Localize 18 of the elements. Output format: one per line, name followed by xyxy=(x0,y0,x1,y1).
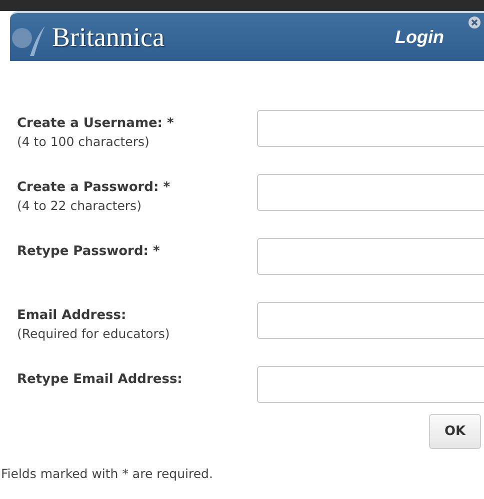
input-field[interactable] xyxy=(257,302,484,339)
input-field[interactable] xyxy=(257,174,484,211)
input-field[interactable] xyxy=(257,110,484,147)
input-field[interactable] xyxy=(257,366,484,403)
field-label: Retype Password: * xyxy=(17,243,161,261)
close-icon[interactable] xyxy=(468,16,481,29)
field-label: Retype Email Address: xyxy=(17,371,184,389)
brand-name: Britannica xyxy=(52,22,164,52)
dialog-title: Login xyxy=(395,26,444,48)
field-hint: (Required for educators) xyxy=(17,325,171,343)
field-label: Create a Password: * xyxy=(17,179,172,197)
field-label: Email Address: xyxy=(17,307,128,325)
field-hint: (4 to 100 characters) xyxy=(17,133,150,151)
ok-button[interactable]: OK xyxy=(429,414,481,449)
field-label: Create a Username: * xyxy=(17,115,175,133)
input-field[interactable] xyxy=(257,238,484,275)
field-hint: (4 to 22 characters) xyxy=(17,197,142,215)
required-note: Fields marked with * are required. xyxy=(0,465,214,481)
